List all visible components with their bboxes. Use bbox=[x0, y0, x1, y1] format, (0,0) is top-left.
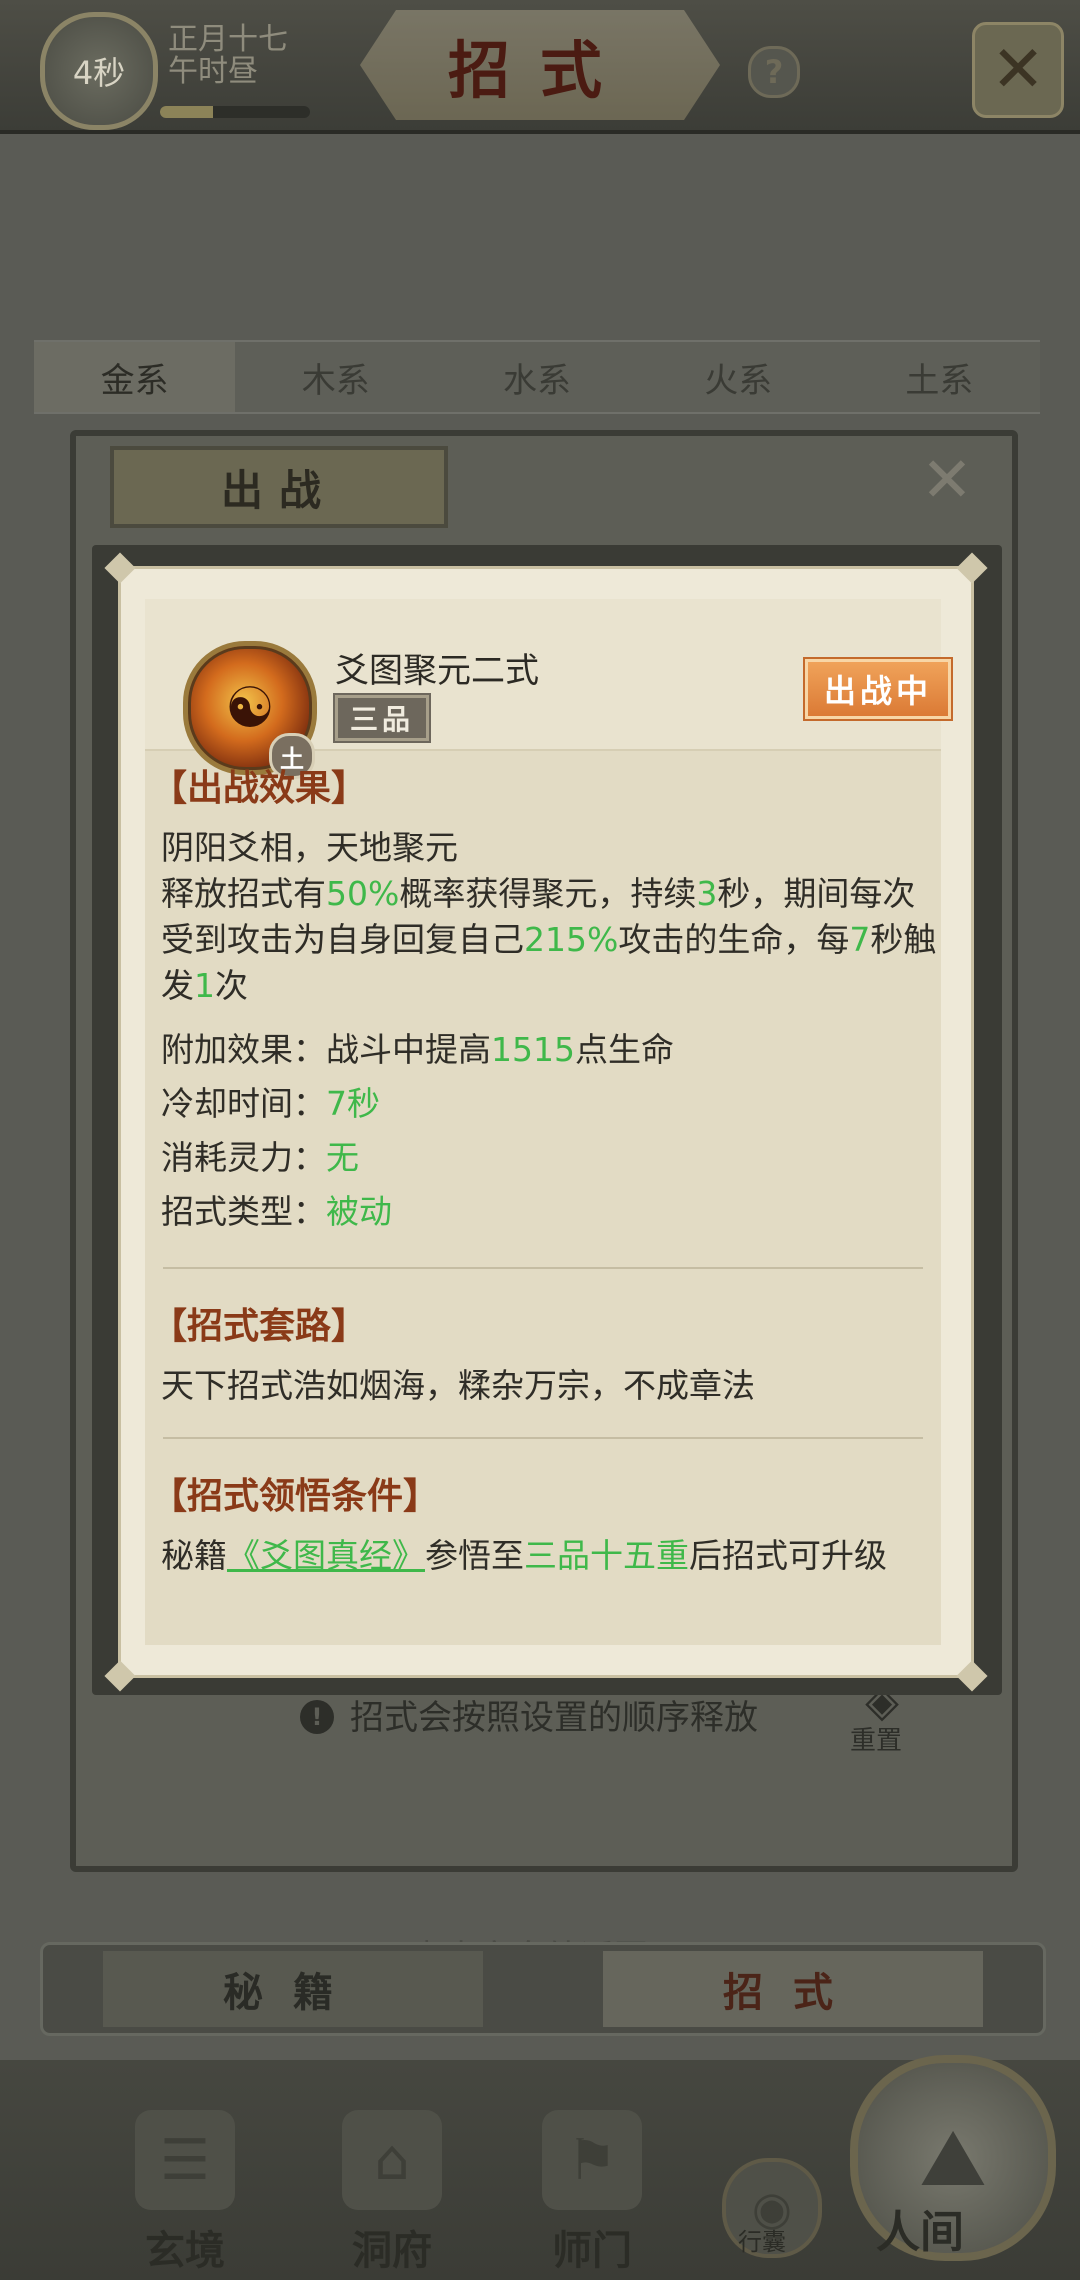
bag-label: 行囊 bbox=[738, 2228, 786, 2256]
nav-shimen-label: 师门 bbox=[552, 2227, 632, 2274]
extra-value: 1515 bbox=[491, 1030, 575, 1069]
lunar-calendar: 正月十七 午时昼 bbox=[168, 24, 288, 88]
effect-text: 释放招式有 bbox=[161, 874, 326, 913]
effect-text: 攻击的生命，每 bbox=[618, 920, 850, 959]
effect-text: 概率获得聚元，持续 bbox=[399, 874, 697, 913]
effect-interval: 7 bbox=[849, 920, 871, 959]
effect-heal: 215% bbox=[524, 920, 619, 959]
extra-effect: 附加效果：战斗中提高1515点生命 bbox=[161, 1023, 941, 1077]
tab-earth[interactable]: 土系 bbox=[839, 342, 1040, 412]
secret-book-link[interactable]: 《爻图真经》 bbox=[227, 1536, 425, 1575]
cost-value: 无 bbox=[326, 1138, 359, 1177]
cost-row: 消耗灵力：无 bbox=[161, 1131, 941, 1185]
divider bbox=[163, 1267, 923, 1269]
nav-shimen[interactable]: ⚑ 师门 bbox=[522, 2110, 662, 2276]
tab-water[interactable]: 水系 bbox=[436, 342, 637, 412]
nav-xuanjing-label: 玄境 bbox=[145, 2227, 225, 2274]
info-icon: ! bbox=[300, 1700, 334, 1734]
element-tabs: 金系 木系 水系 火系 土系 bbox=[34, 340, 1040, 414]
battle-panel-title: 出战 bbox=[110, 446, 448, 528]
help-icon[interactable]: ? bbox=[748, 46, 800, 98]
time-progress-fill bbox=[160, 106, 213, 118]
effect-times: 1 bbox=[194, 966, 215, 1005]
reset-label[interactable]: 重置 bbox=[850, 1720, 902, 1757]
type-label: 招式类型： bbox=[161, 1192, 326, 1231]
divider bbox=[163, 1437, 923, 1439]
page-title: 招式 bbox=[447, 34, 632, 107]
nav-dongfu-label: 洞府 bbox=[352, 2227, 432, 2274]
skill-detail-card: ☯ 土 爻图聚元二式 三品 出战中 【出战效果】 阴阳爻相，天地聚元 释放招式有… bbox=[104, 552, 988, 1692]
type-value: 被动 bbox=[326, 1192, 392, 1231]
comprehend-level: 三品十五重 bbox=[524, 1536, 689, 1575]
type-row: 招式类型：被动 bbox=[161, 1185, 941, 1239]
pavilion-icon: ⌂ bbox=[342, 2110, 442, 2210]
lunar-time: 午时昼 bbox=[168, 54, 258, 89]
effect-text: 次 bbox=[215, 966, 248, 1005]
timer-badge: 4秒 bbox=[40, 12, 158, 130]
timer-text: 4秒 bbox=[72, 54, 126, 92]
scroll-icon: ☰ bbox=[135, 2110, 235, 2210]
banner-icon: ⚑ bbox=[542, 2110, 642, 2210]
comprehend-title: 【招式领悟条件】 bbox=[151, 1475, 440, 1517]
effect-title: 【出战效果】 bbox=[151, 767, 368, 809]
grade-badge: 三品 bbox=[333, 693, 431, 743]
nav-xuanjing[interactable]: ☰ 玄境 bbox=[115, 2110, 255, 2276]
skill-body: 【出战效果】 阴阳爻相，天地聚元 释放招式有50%概率获得聚元，持续3秒，期间每… bbox=[145, 759, 941, 1579]
secret-book-tab[interactable]: 秘籍 bbox=[103, 1951, 483, 2027]
time-progress-bar bbox=[160, 106, 310, 118]
skill-header: ☯ 土 爻图聚元二式 三品 出战中 bbox=[145, 599, 953, 779]
status-badge: 出战中 bbox=[803, 657, 953, 721]
effect-chance: 50% bbox=[326, 874, 400, 913]
comprehend-text: 秘籍《爻图真经》参悟至三品十五重后招式可升级 bbox=[161, 1533, 941, 1579]
tab-metal[interactable]: 金系 bbox=[34, 342, 236, 412]
comprehend-mid: 参悟至 bbox=[425, 1536, 524, 1575]
panel-close-icon[interactable]: ✕ bbox=[912, 443, 982, 516]
cooldown-row: 冷却时间：7秒 bbox=[161, 1077, 941, 1131]
cooldown-value: 7秒 bbox=[326, 1084, 380, 1123]
effect-description: 释放招式有50%概率获得聚元，持续3秒，期间每次受到攻击为自身回复自己215%攻… bbox=[161, 871, 941, 1009]
nav-dongfu[interactable]: ⌂ 洞府 bbox=[322, 2110, 462, 2276]
routine-title: 【招式套路】 bbox=[151, 1305, 368, 1347]
extra-suffix: 点生命 bbox=[574, 1030, 674, 1069]
lunar-date: 正月十七 bbox=[168, 22, 288, 57]
tab-fire[interactable]: 火系 bbox=[638, 342, 839, 412]
moves-tab[interactable]: 招式 bbox=[603, 1951, 983, 2027]
extra-label: 附加效果：战斗中提高 bbox=[161, 1030, 491, 1069]
world-label: 人间 bbox=[876, 2207, 964, 2258]
cooldown-label: 冷却时间： bbox=[161, 1084, 326, 1123]
effect-line1: 阴阳爻相，天地聚元 bbox=[161, 828, 458, 867]
routine-text: 天下招式浩如烟海，糅杂万宗，不成章法 bbox=[161, 1366, 755, 1405]
comprehend-prefix: 秘籍 bbox=[161, 1536, 227, 1575]
close-icon[interactable]: ✕ bbox=[972, 22, 1064, 118]
tab-wood[interactable]: 木系 bbox=[235, 342, 436, 412]
comprehend-suffix: 后招式可升级 bbox=[689, 1536, 887, 1575]
cost-label: 消耗灵力： bbox=[161, 1138, 326, 1177]
order-note: 招式会按照设置的顺序释放 bbox=[350, 1698, 758, 1738]
skill-name: 爻图聚元二式 bbox=[335, 651, 539, 691]
effect-duration: 3 bbox=[696, 874, 718, 913]
view-switch: 秘籍 招式 bbox=[40, 1942, 1046, 2036]
